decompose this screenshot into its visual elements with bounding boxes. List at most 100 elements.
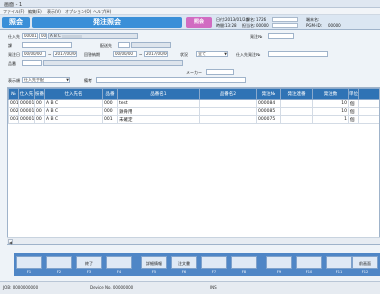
remarks-field[interactable] (96, 77, 246, 83)
f10-button[interactable] (296, 256, 322, 269)
header-blank-2 (272, 23, 298, 28)
order-no-field[interactable] (268, 33, 294, 39)
f4-button[interactable] (106, 256, 132, 269)
mode-badge: 照会 (186, 17, 212, 28)
col-header[interactable]: 発注№ (256, 88, 281, 100)
time-value: 13:28 (225, 23, 237, 28)
table-row[interactable]: 003 00001 00 A B C 001 未確定 000075 1 個 (8, 115, 379, 124)
col-header[interactable]: 単位 (348, 88, 359, 100)
f1-button[interactable] (16, 256, 42, 269)
status-device: Device No. 00000000 (90, 285, 134, 290)
col-header[interactable]: 品番名2 (199, 88, 257, 100)
f12-key-label: F12 (361, 270, 369, 274)
cell: 00001 (18, 107, 35, 116)
screen-header: 照会 発注照会 照会 日付: 2013/01/24 課名: 1726 時間: 1… (0, 15, 380, 30)
cell: 1 (312, 115, 349, 124)
cell: 未確定 (117, 115, 200, 124)
col-header[interactable]: 発注数 (312, 88, 349, 100)
delivery-name-field (131, 42, 171, 48)
due-to-field[interactable]: 2017/00/00 (144, 51, 168, 57)
cell: 000085 (256, 107, 281, 116)
supplier-name-field: A B C (48, 33, 138, 39)
supplier-sub-field[interactable]: 00 (39, 33, 47, 39)
cell: 00 (34, 99, 45, 108)
order-date-tilde: ~ (48, 52, 52, 57)
chevron-down-icon: ▼ (224, 52, 227, 56)
supplier-order-field[interactable] (268, 51, 328, 57)
f8-key-label: F8 (241, 270, 247, 274)
cell: 個 (348, 107, 359, 116)
supplier-order-label: 仕入先発注№ (236, 52, 261, 57)
col-header[interactable]: 仕入先 (18, 88, 35, 100)
cell: 鉄骨用 (117, 107, 200, 116)
exit-button[interactable]: 終了 (76, 256, 102, 269)
delivery-code-field[interactable] (118, 42, 130, 48)
maker-field[interactable] (206, 69, 234, 75)
f6-key-label: F6 (181, 270, 187, 274)
f11-button[interactable] (326, 256, 352, 269)
cell (358, 115, 379, 124)
search-form: 仕入先 00001 00 A B C 発注№ 課 配送先 発注日 00/00/0… (0, 31, 380, 87)
title-bar: 画面 - 1 (0, 0, 380, 8)
item-code-field[interactable] (22, 60, 42, 66)
f5-key-label: F5 (151, 270, 157, 274)
col-header[interactable]: 仕入先名 (44, 88, 103, 100)
status-label: 状況 (180, 52, 188, 57)
col-header[interactable]: 単 (358, 88, 379, 100)
status-select-value: 全て (198, 51, 206, 56)
dept-field[interactable] (22, 42, 72, 48)
maker-label: メーカー (186, 70, 202, 75)
sort-select[interactable]: 仕入先手配 ▼ (22, 77, 70, 83)
cell (358, 99, 379, 108)
header-blank-1 (272, 17, 298, 22)
scroll-left-icon[interactable]: ◀ (8, 239, 13, 245)
cell: 001 (102, 115, 118, 124)
cell: 00001 (18, 115, 35, 124)
f2-button[interactable] (46, 256, 72, 269)
cell: 002 (8, 107, 19, 116)
table-row[interactable]: 001 00001 00 A B C 000 test 000084 10 個 (8, 99, 379, 108)
f4-key-label: F4 (116, 270, 122, 274)
cell: A B C (44, 99, 103, 108)
pgm-label: PGM-ID: (306, 23, 323, 28)
order-date-from-field[interactable]: 00/00/00 (22, 51, 46, 57)
table-row[interactable]: 002 00001 00 A B C 000 鉄骨用 000085 10 個 (8, 107, 379, 116)
cell: 00001 (18, 99, 35, 108)
cell (199, 99, 257, 108)
details-button[interactable]: 詳細情報 (141, 256, 167, 269)
status-bar: JOB: 0000000000 Device No. 00000000 INS (0, 281, 380, 294)
f11-key-label: F11 (335, 270, 343, 274)
col-header[interactable]: № (8, 88, 19, 100)
cell (280, 107, 313, 116)
cell (358, 107, 379, 116)
status-select[interactable]: 全て ▼ (196, 51, 228, 57)
supplier-code-field[interactable]: 00001 (22, 33, 38, 39)
f7-button[interactable] (201, 256, 227, 269)
function-key-bar: F1 F2 終了 F3 F4 詳細情報 F5 注文書 F6 F7 F8 F9 F… (14, 253, 380, 276)
rep-label: 担当名: (242, 23, 256, 28)
f9-button[interactable] (266, 256, 292, 269)
horizontal-scrollbar[interactable]: ◀ (7, 237, 380, 245)
cell (199, 107, 257, 116)
cell: test (117, 99, 200, 108)
cell: 個 (348, 99, 359, 108)
item-label: 品番 (8, 61, 16, 66)
col-header[interactable]: 枝番 (34, 88, 45, 100)
cell (199, 115, 257, 124)
col-header[interactable]: 品番 (102, 88, 118, 100)
col-header[interactable]: 発注連番 (280, 88, 313, 100)
previous-screen-button[interactable]: 前画面 (352, 256, 378, 269)
order-date-to-field[interactable]: 2017/00/00 (53, 51, 77, 57)
chevron-down-icon: ▼ (66, 78, 69, 82)
cell (280, 115, 313, 124)
staff-value: 1726 (256, 17, 267, 22)
screen-type-badge: 照会 (2, 17, 30, 28)
purchase-order-button[interactable]: 注文書 (171, 256, 197, 269)
supplier-label: 仕入先 (8, 34, 20, 39)
due-from-field[interactable]: 00/00/00 (113, 51, 137, 57)
cell: 001 (8, 99, 19, 108)
item-name-field (43, 60, 183, 66)
col-header[interactable]: 品番名1 (117, 88, 200, 100)
f8-button[interactable] (231, 256, 257, 269)
supplier-name-text: A B C (50, 33, 61, 38)
